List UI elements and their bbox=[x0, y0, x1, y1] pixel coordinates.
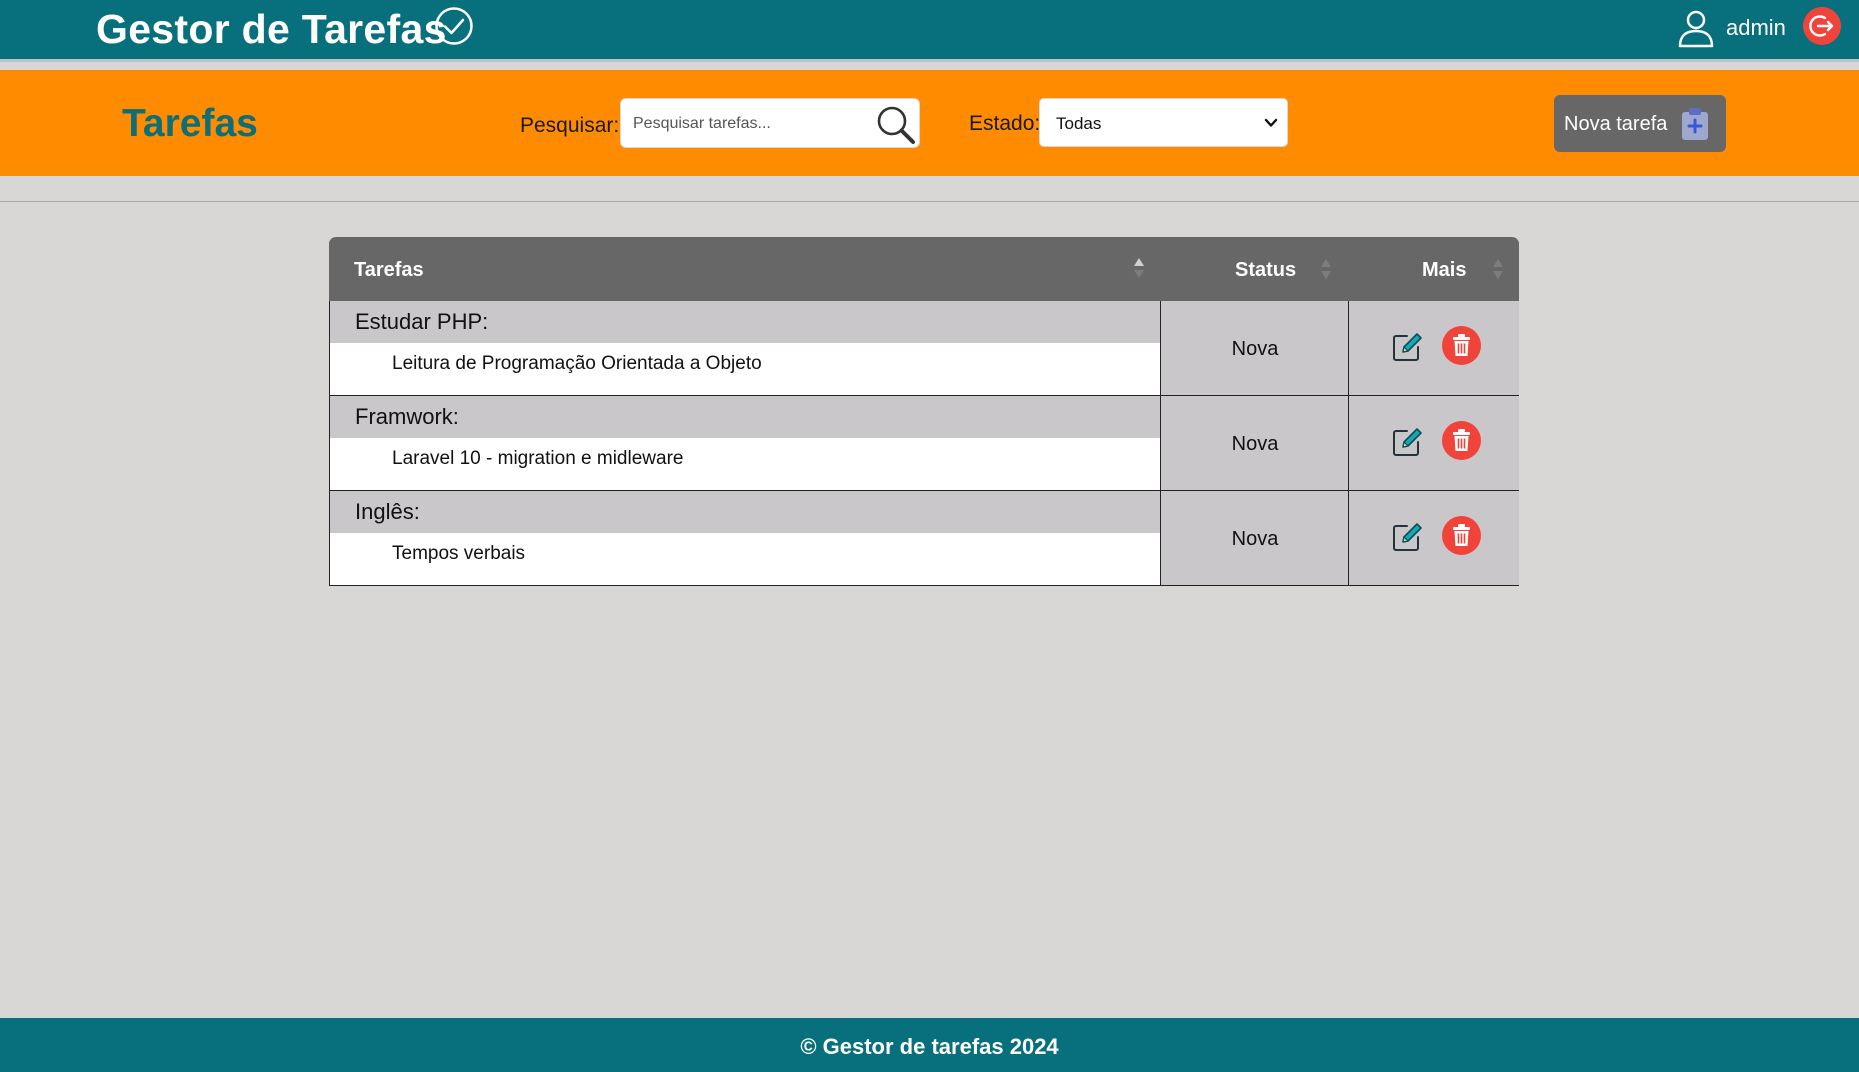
column-header-tarefas[interactable]: Tarefas bbox=[354, 259, 424, 282]
clipboard-add-icon bbox=[1682, 108, 1708, 140]
user-name[interactable]: admin bbox=[1726, 15, 1786, 41]
status-filter-value: Todas bbox=[1056, 114, 1102, 133]
toolbar: Tarefas Pesquisar: Estado: Todas Nova ta… bbox=[0, 70, 1859, 176]
delete-icon[interactable] bbox=[1442, 421, 1481, 460]
page-title: Tarefas bbox=[122, 102, 258, 145]
task-table: Tarefas Status Mais Estudar PHP: Leitura… bbox=[329, 237, 1519, 586]
search-input[interactable] bbox=[633, 109, 868, 139]
task-group-header: Inglês: bbox=[330, 491, 1160, 533]
new-task-label: Nova tarefa bbox=[1564, 113, 1668, 135]
table-header: Tarefas Status Mais bbox=[329, 237, 1519, 301]
task-cell: Inglês: Tempos verbais bbox=[330, 491, 1161, 585]
task-item-label[interactable]: Leitura de Programação Orientada a Objet… bbox=[392, 353, 762, 375]
status-cell: Nova bbox=[1161, 301, 1349, 395]
task-cell: Framwork: Laravel 10 - migration e midle… bbox=[330, 396, 1161, 490]
app-title: Gestor de Tarefas bbox=[96, 6, 447, 52]
table-row: Framwork: Laravel 10 - migration e midle… bbox=[329, 396, 1519, 491]
status-cell: Nova bbox=[1161, 491, 1349, 585]
search-box bbox=[620, 98, 920, 148]
new-task-button[interactable]: Nova tarefa bbox=[1554, 95, 1726, 152]
actions-cell bbox=[1349, 491, 1519, 585]
actions-cell bbox=[1349, 301, 1519, 395]
chevron-down-icon bbox=[1264, 118, 1278, 127]
edit-icon[interactable] bbox=[1391, 331, 1423, 363]
task-item-label[interactable]: Laravel 10 - migration e midleware bbox=[392, 448, 683, 470]
actions-cell bbox=[1349, 396, 1519, 490]
delete-icon[interactable] bbox=[1442, 516, 1481, 555]
status-cell: Nova bbox=[1161, 396, 1349, 490]
status-filter-label: Estado: bbox=[969, 112, 1041, 135]
check-circle-icon bbox=[435, 7, 473, 45]
footer: © Gestor de tarefas 2024 bbox=[0, 1018, 1859, 1072]
task-group-label: Inglês: bbox=[355, 499, 420, 524]
sort-ascending-icon[interactable] bbox=[1133, 257, 1145, 279]
task-group-header: Framwork: bbox=[330, 396, 1160, 438]
top-navbar: Gestor de Tarefas admin bbox=[0, 0, 1859, 62]
edit-icon[interactable] bbox=[1391, 426, 1423, 458]
logout-icon[interactable] bbox=[1803, 7, 1841, 45]
edit-icon[interactable] bbox=[1391, 521, 1423, 553]
status-value: Nova bbox=[1231, 433, 1279, 455]
column-header-status[interactable]: Status bbox=[1235, 259, 1296, 282]
status-value: Nova bbox=[1231, 338, 1279, 360]
sort-icon[interactable] bbox=[1492, 258, 1504, 280]
user-icon[interactable] bbox=[1676, 8, 1716, 48]
table-row: Inglês: Tempos verbais Nova bbox=[329, 491, 1519, 586]
footer-copyright: © Gestor de tarefas 2024 bbox=[800, 1034, 1059, 1059]
table-row: Estudar PHP: Leitura de Programação Orie… bbox=[329, 301, 1519, 396]
status-value: Nova bbox=[1231, 528, 1279, 550]
sort-icon[interactable] bbox=[1320, 258, 1332, 280]
task-item-label[interactable]: Tempos verbais bbox=[392, 543, 525, 565]
task-cell: Estudar PHP: Leitura de Programação Orie… bbox=[330, 301, 1161, 395]
search-label: Pesquisar: bbox=[520, 114, 620, 137]
delete-icon[interactable] bbox=[1442, 326, 1481, 365]
column-header-mais[interactable]: Mais bbox=[1422, 259, 1466, 282]
status-filter-select[interactable]: Todas bbox=[1039, 98, 1288, 147]
task-group-header: Estudar PHP: bbox=[330, 301, 1160, 343]
task-group-label: Estudar PHP: bbox=[355, 309, 489, 334]
search-icon[interactable] bbox=[875, 104, 917, 146]
task-group-label: Framwork: bbox=[355, 404, 459, 429]
toolbar-divider bbox=[0, 201, 1859, 202]
